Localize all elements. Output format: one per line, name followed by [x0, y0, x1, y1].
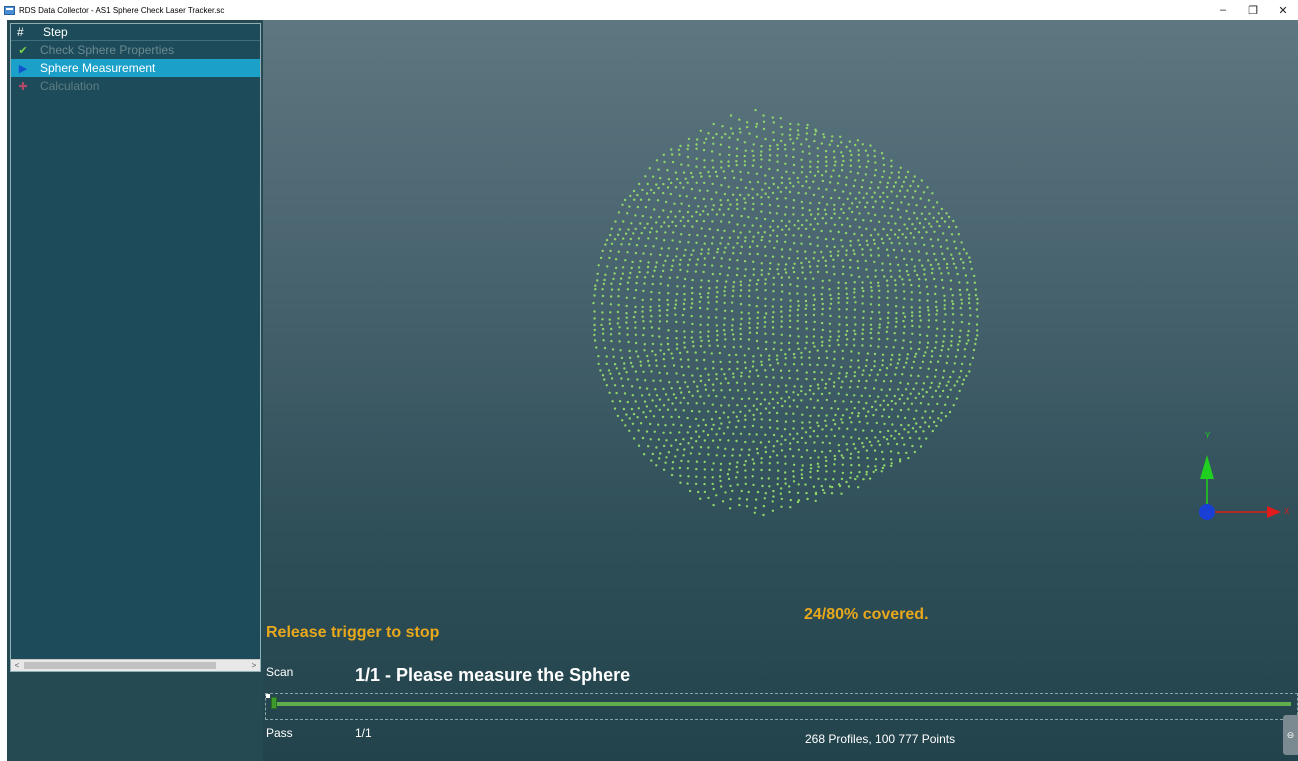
- step-label: Sphere Measurement: [40, 61, 156, 75]
- side-panel-toggle-icon[interactable]: ⊖: [1283, 715, 1298, 755]
- x-axis-label: X: [1284, 507, 1290, 516]
- scan-progress-handle[interactable]: [271, 697, 277, 709]
- flag-icon: ▶: [18, 62, 28, 75]
- 3d-viewport[interactable]: Y X 24/80% covered. Release trigger to s…: [263, 20, 1298, 761]
- y-axis-arrow-icon: [1200, 455, 1214, 479]
- step-label: Calculation: [40, 79, 100, 93]
- sphere-point-cloud: [592, 108, 979, 517]
- scroll-left-button[interactable]: <: [11, 660, 23, 671]
- step-list-panel: # Step ✔ Check Sphere Properties ▶ Spher…: [10, 23, 261, 672]
- viewport-canvas: Y X: [592, 108, 1290, 520]
- calculation-icon: ✚: [18, 80, 28, 93]
- step-label: Check Sphere Properties: [40, 43, 175, 57]
- pass-value: 1/1: [355, 726, 372, 740]
- step-item-check-sphere-properties[interactable]: ✔ Check Sphere Properties: [11, 41, 260, 59]
- y-axis-label: Y: [1205, 431, 1211, 440]
- app-icon: [4, 5, 15, 15]
- minimize-button[interactable]: –: [1208, 0, 1238, 20]
- axis-triad: Y X: [1199, 431, 1290, 520]
- trigger-instruction: Release trigger to stop: [266, 624, 440, 641]
- scan-label: Scan: [266, 665, 294, 679]
- axis-origin-icon: [1199, 504, 1215, 520]
- scrollbar-thumb[interactable]: [24, 662, 216, 669]
- close-button[interactable]: ✕: [1268, 0, 1298, 20]
- title-bar: RDS Data Collector - AS1 Sphere Check La…: [0, 0, 1298, 20]
- step-list-header: # Step: [11, 24, 260, 41]
- restore-button[interactable]: ❐: [1238, 0, 1268, 20]
- coverage-status: 24/80% covered.: [804, 606, 929, 623]
- scan-progress-track[interactable]: [265, 693, 1298, 720]
- step-item-calculation[interactable]: ✚ Calculation: [11, 77, 260, 95]
- column-header-step[interactable]: Step: [29, 25, 68, 39]
- checkmark-icon: ✔: [18, 44, 28, 57]
- scan-progress-line: [271, 702, 1291, 706]
- track-start-marker: [266, 694, 270, 698]
- points-summary: 268 Profiles, 100 777 Points: [805, 732, 956, 746]
- pass-label: Pass: [266, 726, 293, 740]
- step-item-sphere-measurement[interactable]: ▶ Sphere Measurement: [11, 59, 260, 77]
- window-controls: – ❐ ✕: [1208, 0, 1298, 20]
- column-header-number[interactable]: #: [11, 25, 29, 39]
- scroll-right-button[interactable]: >: [248, 660, 260, 671]
- window-title: RDS Data Collector - AS1 Sphere Check La…: [19, 5, 225, 15]
- scan-message: 1/1 - Please measure the Sphere: [355, 665, 631, 685]
- app-area: # Step ✔ Check Sphere Properties ▶ Spher…: [7, 20, 1298, 761]
- horizontal-scrollbar[interactable]: < >: [11, 659, 260, 671]
- x-axis-arrow-icon: [1267, 506, 1281, 518]
